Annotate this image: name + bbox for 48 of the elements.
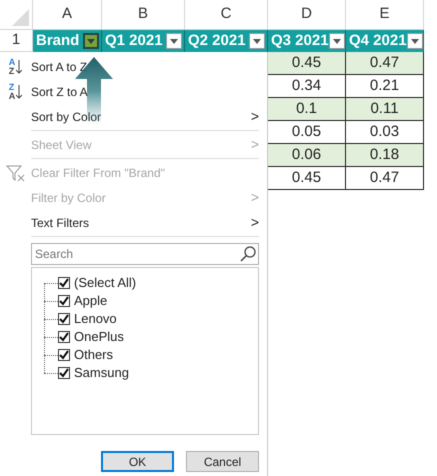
filter-checkbox[interactable] bbox=[58, 367, 70, 379]
caret-icon bbox=[253, 38, 261, 44]
column-header[interactable]: A bbox=[33, 0, 102, 30]
search-field[interactable]: Search bbox=[31, 243, 259, 265]
caret-icon bbox=[87, 38, 95, 44]
column-header[interactable]: C bbox=[185, 0, 268, 30]
table-header-cell: Q3 2021 bbox=[268, 30, 346, 52]
filter-checkbox[interactable] bbox=[58, 313, 70, 325]
table-header-cell: Q1 2021 bbox=[102, 30, 185, 52]
filter-checkbox[interactable] bbox=[58, 331, 70, 343]
column-header[interactable]: E bbox=[346, 0, 424, 30]
table-header-cell: Q2 2021 bbox=[185, 30, 268, 52]
filter-checkbox[interactable] bbox=[58, 295, 70, 307]
caret-icon bbox=[170, 38, 178, 44]
corner-triangle-icon bbox=[12, 9, 29, 26]
checkbox-label[interactable]: (Select All) bbox=[74, 273, 136, 293]
menu-item[interactable]: A Z Sort A to Z bbox=[0, 54, 267, 79]
ok-button[interactable]: OK bbox=[101, 451, 174, 472]
table-cell: 0.47 bbox=[346, 52, 424, 75]
caret-icon bbox=[410, 38, 419, 44]
menu-item[interactable]: Sort by Color > bbox=[0, 104, 267, 129]
table-cell: 0.1 bbox=[268, 98, 346, 121]
filter-checkbox[interactable] bbox=[58, 349, 70, 361]
table-cell: 0.11 bbox=[346, 98, 424, 121]
table-cell: 0.06 bbox=[268, 144, 346, 167]
table-header-cell: Brand bbox=[33, 30, 102, 52]
table-header-cell: Q4 2021 bbox=[346, 30, 424, 52]
checkbox-label[interactable]: Lenovo bbox=[74, 309, 117, 329]
filter-checkbox[interactable] bbox=[58, 277, 70, 289]
table-cell: 0.45 bbox=[268, 52, 346, 75]
checkbox-label[interactable]: OnePlus bbox=[74, 327, 124, 347]
filter-dropdown-button[interactable] bbox=[166, 33, 182, 49]
column-header[interactable]: D bbox=[268, 0, 346, 30]
checkbox-label[interactable]: Apple bbox=[74, 291, 108, 311]
cancel-button[interactable]: Cancel bbox=[186, 451, 259, 472]
table-cell: 0.47 bbox=[346, 167, 424, 190]
filter-dropdown-button[interactable] bbox=[328, 33, 345, 49]
table-cell: 0.18 bbox=[346, 144, 424, 167]
caret-icon bbox=[332, 38, 341, 44]
checkbox-label[interactable]: Others bbox=[74, 345, 114, 365]
filter-dropdown-button[interactable] bbox=[83, 33, 99, 49]
menu-item[interactable]: Text Filters > bbox=[0, 210, 267, 235]
column-header[interactable]: B bbox=[102, 0, 185, 30]
filter-dropdown-button[interactable] bbox=[249, 33, 265, 49]
clear-filter-icon bbox=[6, 164, 26, 182]
search-icon bbox=[240, 246, 256, 262]
checkbox-label[interactable]: Samsung bbox=[74, 363, 129, 383]
filter-dropdown-button[interactable] bbox=[406, 33, 423, 49]
